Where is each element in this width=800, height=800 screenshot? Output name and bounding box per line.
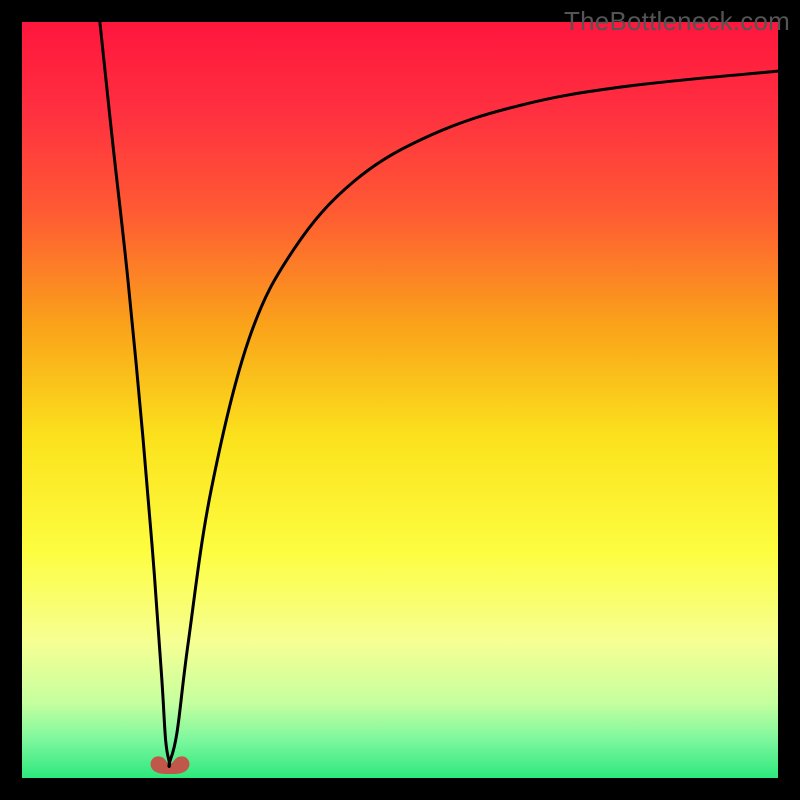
watermark-label: TheBottleneck.com [564, 6, 790, 37]
chart-frame: TheBottleneck.com [0, 0, 800, 800]
plot-canvas [22, 22, 778, 778]
heatmap-background [22, 22, 778, 778]
